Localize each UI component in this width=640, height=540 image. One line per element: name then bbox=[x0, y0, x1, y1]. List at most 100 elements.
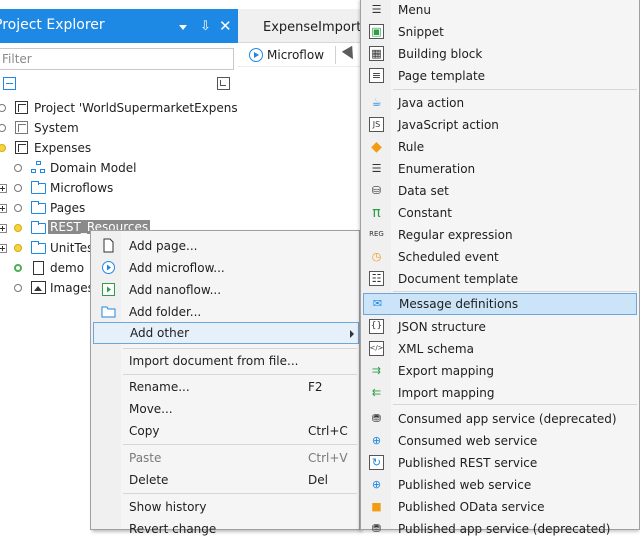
menu-item-paste[interactable]: Paste Ctrl+V bbox=[93, 447, 359, 469]
submenu-item-published-rest-service[interactable]: ↻ Published REST service bbox=[363, 452, 637, 474]
menu-item-add-page[interactable]: Add page... bbox=[93, 235, 359, 257]
tree-item-system[interactable]: System bbox=[0, 118, 238, 138]
pin-icon[interactable]: ⇩ bbox=[200, 19, 211, 34]
close-icon[interactable]: ✕ bbox=[219, 17, 232, 35]
tree-item-demo[interactable]: demo bbox=[0, 258, 90, 278]
submenu-item-enumeration[interactable]: ☰ Enumeration bbox=[363, 158, 637, 180]
menu-item-add-microflow[interactable]: Add microflow... bbox=[93, 257, 359, 279]
xml-icon: </> bbox=[369, 341, 384, 356]
menu-separator bbox=[123, 374, 357, 375]
submenu-item-export-mapping[interactable]: ⇉ Export mapping bbox=[363, 360, 637, 382]
submenu-item-xml-schema[interactable]: </> XML schema bbox=[363, 338, 637, 360]
enumeration-list-icon: ☰ bbox=[371, 162, 382, 175]
submenu-item-label: Published web service bbox=[398, 478, 532, 492]
image-collection-icon bbox=[31, 281, 46, 294]
submenu-item-regular-expression[interactable]: REG Regular expression bbox=[363, 224, 637, 246]
tree-item-label: System bbox=[34, 121, 79, 135]
regex-icon: REG bbox=[369, 230, 384, 238]
expand-icon[interactable] bbox=[0, 244, 7, 253]
toolbar-divider bbox=[335, 46, 336, 64]
submenu-item-label: Snippet bbox=[398, 25, 444, 39]
menu-item-delete[interactable]: Delete Del bbox=[93, 469, 359, 491]
expand-icon[interactable] bbox=[0, 184, 7, 193]
tree-item-unittest[interactable]: UnitTest bbox=[0, 238, 90, 258]
submenu-item-label: Menu bbox=[398, 3, 431, 17]
microflow-button-label[interactable]: Microflow bbox=[267, 48, 324, 62]
tree-item-microflows[interactable]: Microflows bbox=[0, 178, 238, 198]
tree-item-images[interactable]: Images bbox=[0, 278, 90, 298]
submenu-item-published-odata-service[interactable]: ■ Published OData service bbox=[363, 496, 637, 518]
json-icon: {} bbox=[369, 319, 384, 334]
tree-item-expenses[interactable]: Expenses bbox=[0, 138, 238, 158]
submenu-item-consumed-app-service[interactable]: ⛃ Consumed app service (deprecated) bbox=[363, 408, 637, 430]
menu-item-add-other[interactable]: Add other bbox=[93, 322, 359, 344]
submenu-item-label: Java action bbox=[398, 96, 465, 110]
submenu-item-java-action[interactable]: ☕ Java action bbox=[363, 92, 637, 114]
menu-item-copy[interactable]: Copy Ctrl+C bbox=[93, 420, 359, 442]
menu-separator bbox=[123, 444, 357, 445]
expand-icon[interactable] bbox=[0, 224, 7, 233]
page-icon bbox=[103, 238, 114, 253]
tree-item-domain-model[interactable]: Domain Model bbox=[0, 158, 238, 178]
menu-item-move[interactable]: Move... bbox=[93, 398, 359, 420]
submenu-item-label: Building block bbox=[398, 47, 483, 61]
submenu-item-json-structure[interactable]: {} JSON structure bbox=[363, 316, 637, 338]
menu-item-rename[interactable]: Rename... F2 bbox=[93, 376, 359, 398]
tab-expense-import[interactable]: ExpenseImport [l bbox=[263, 20, 374, 35]
folder-icon bbox=[101, 306, 116, 318]
document-template-icon: ☷ bbox=[369, 271, 384, 286]
submenu-item-javascript-action[interactable]: JS JavaScript action bbox=[363, 114, 637, 136]
tree-item-label: Expenses bbox=[34, 141, 92, 155]
submenu-item-data-set[interactable]: ⛁ Data set bbox=[363, 180, 637, 202]
editor-toolbar: Microflow bbox=[238, 43, 363, 67]
folder-icon bbox=[31, 201, 46, 214]
project-explorer-header: Project Explorer ⇩ ✕ bbox=[0, 9, 238, 43]
submenu-item-message-definitions[interactable]: ✉ Message definitions bbox=[363, 293, 637, 315]
odata-icon: ■ bbox=[371, 500, 382, 513]
js-icon: JS bbox=[369, 117, 384, 132]
menu-item-add-nanoflow[interactable]: Add nanoflow... bbox=[93, 279, 359, 301]
submenu-item-import-mapping[interactable]: ⇇ Import mapping bbox=[363, 382, 637, 404]
menu-item-show-history[interactable]: Show history bbox=[93, 496, 359, 518]
published-rest-icon: ↻ bbox=[369, 455, 384, 470]
submenu-item-label: Enumeration bbox=[398, 162, 476, 176]
submenu-item-label: Scheduled event bbox=[398, 250, 499, 264]
submenu-item-building-block[interactable]: ▦ Building block bbox=[363, 43, 637, 65]
collapse-all-icon[interactable] bbox=[3, 77, 16, 90]
submenu-item-rule[interactable]: ◆ Rule bbox=[363, 136, 637, 158]
expand-icon[interactable] bbox=[0, 204, 7, 213]
menu-item-import-document[interactable]: Import document from file... bbox=[93, 350, 359, 372]
menu-separator bbox=[123, 348, 357, 349]
submenu-item-page-template[interactable]: ≡ Page template bbox=[363, 65, 637, 87]
microflow-icon[interactable] bbox=[249, 48, 263, 62]
menu-item-label: Import document from file... bbox=[129, 354, 299, 368]
submenu-item-document-template[interactable]: ☷ Document template bbox=[363, 268, 637, 290]
menu-item-revert-change[interactable]: Revert change bbox=[93, 518, 359, 540]
filter-input[interactable] bbox=[0, 48, 234, 70]
menu-item-shortcut: Ctrl+C bbox=[308, 424, 348, 438]
submenu-item-snippet[interactable]: ▣ Snippet bbox=[363, 21, 637, 43]
page-icon bbox=[33, 261, 44, 275]
rule-diamond-icon: ◆ bbox=[371, 138, 382, 155]
submenu-item-menu[interactable]: ☰ Menu bbox=[363, 0, 637, 21]
pointer-tool-icon[interactable] bbox=[341, 45, 359, 63]
menu-item-add-folder[interactable]: Add folder... bbox=[93, 301, 359, 323]
submenu-item-published-app-service[interactable]: ⛃ Published app service (deprecated) bbox=[363, 518, 637, 540]
tree-item-pages[interactable]: Pages bbox=[0, 198, 238, 218]
submenu-item-consumed-web-service[interactable]: ⊕ Consumed web service bbox=[363, 430, 637, 452]
submenu-item-label: Published OData service bbox=[398, 500, 545, 514]
submenu-item-label: Message definitions bbox=[399, 297, 519, 311]
submenu-item-label: Consumed app service (deprecated) bbox=[398, 412, 617, 426]
tree-item-project[interactable]: Project 'WorldSupermarketExpenses_M bbox=[0, 98, 268, 118]
sync-selection-icon[interactable] bbox=[217, 77, 230, 90]
submenu-item-published-web-service[interactable]: ⊕ Published web service bbox=[363, 474, 637, 496]
submenu-item-label: Page template bbox=[398, 69, 486, 83]
submenu-item-scheduled-event[interactable]: ◷ Scheduled event bbox=[363, 246, 637, 268]
menu-separator bbox=[393, 291, 637, 292]
menu-item-shortcut: Del bbox=[308, 473, 328, 487]
status-dot bbox=[14, 204, 22, 212]
dropdown-arrow-icon[interactable] bbox=[177, 21, 189, 33]
folder-icon bbox=[31, 181, 46, 194]
submenu-item-constant[interactable]: π Constant bbox=[363, 202, 637, 224]
published-app-service-icon: ⛃ bbox=[371, 522, 382, 535]
